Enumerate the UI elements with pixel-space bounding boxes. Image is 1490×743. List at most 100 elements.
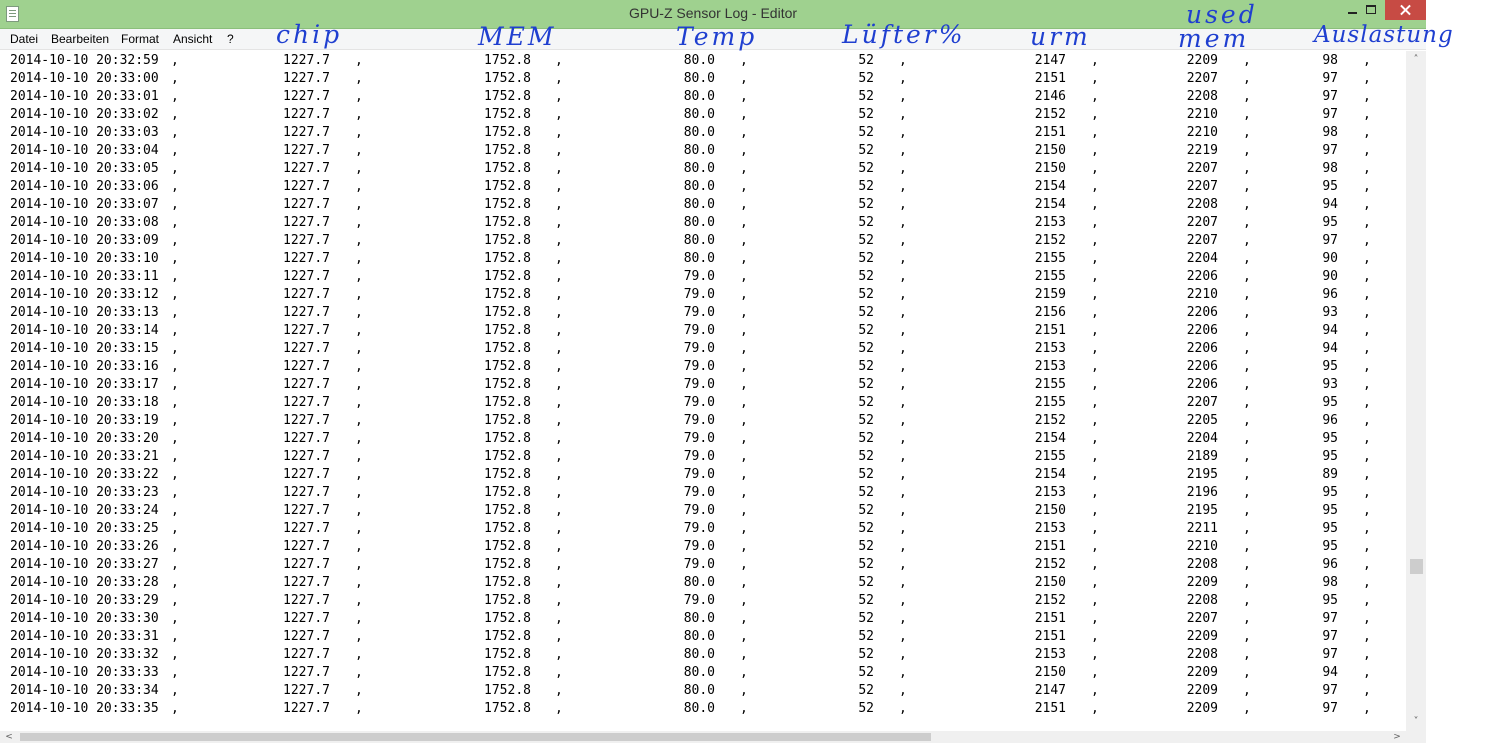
log-delimiter: , bbox=[1243, 467, 1251, 482]
log-delimiter: , bbox=[555, 53, 563, 68]
log-value: 52 bbox=[858, 431, 874, 446]
horizontal-scrollbar[interactable]: < > bbox=[0, 731, 1426, 743]
log-value: 1227.7 bbox=[283, 233, 330, 248]
annotation-chip: chip bbox=[276, 20, 343, 49]
menu-format[interactable]: Format bbox=[121, 32, 159, 46]
log-delimiter: , bbox=[1363, 701, 1371, 716]
log-value: 52 bbox=[858, 143, 874, 158]
log-value: 2155 bbox=[1034, 377, 1066, 392]
log-value: 2147 bbox=[1034, 53, 1066, 68]
log-delimiter: , bbox=[355, 377, 363, 392]
log-value: 1752.8 bbox=[484, 557, 531, 572]
log-value: 1752.8 bbox=[484, 287, 531, 302]
log-delimiter: , bbox=[171, 503, 179, 518]
log-value: 2153 bbox=[1034, 647, 1066, 662]
log-value: 1752.8 bbox=[484, 431, 531, 446]
log-value: 80.0 bbox=[683, 197, 715, 212]
vertical-scrollbar[interactable]: ˄ ˅ bbox=[1406, 51, 1426, 731]
log-delimiter: , bbox=[899, 251, 907, 266]
log-value: 97 bbox=[1322, 233, 1338, 248]
log-value: 2147 bbox=[1034, 683, 1066, 698]
log-value: 2195 bbox=[1186, 503, 1218, 518]
log-delimiter: , bbox=[1363, 323, 1371, 338]
log-line: 2014-10-10 20:33:07,,,,,,,, 1227.7 1752.8 8… bbox=[0, 196, 1406, 214]
log-delimiter: , bbox=[1363, 71, 1371, 86]
log-value: 52 bbox=[858, 287, 874, 302]
log-value: 2152 bbox=[1034, 557, 1066, 572]
menu-datei[interactable]: Datei bbox=[10, 32, 38, 46]
log-value: 94 bbox=[1322, 197, 1338, 212]
log-delimiter: , bbox=[740, 53, 748, 68]
log-timestamp: 2014-10-10 20:32:59 bbox=[10, 53, 159, 68]
log-delimiter: , bbox=[171, 629, 179, 644]
log-value: 93 bbox=[1322, 377, 1338, 392]
log-line: 2014-10-10 20:33:28,,,,,,,, 1227.7 1752.8 8… bbox=[0, 574, 1406, 592]
log-timestamp: 2014-10-10 20:33:18 bbox=[10, 395, 159, 410]
log-delimiter: , bbox=[355, 323, 363, 338]
log-timestamp: 2014-10-10 20:33:11 bbox=[10, 269, 159, 284]
log-timestamp: 2014-10-10 20:33:31 bbox=[10, 629, 159, 644]
scrollbar-corner bbox=[1406, 731, 1426, 743]
log-value: 94 bbox=[1322, 341, 1338, 356]
log-delimiter: , bbox=[1243, 197, 1251, 212]
log-delimiter: , bbox=[171, 233, 179, 248]
log-delimiter: , bbox=[555, 539, 563, 554]
log-delimiter: , bbox=[1243, 701, 1251, 716]
log-delimiter: , bbox=[1363, 431, 1371, 446]
log-line: 2014-10-10 20:33:30,,,,,,,, 1227.7 1752.8 8… bbox=[0, 610, 1406, 628]
log-value: 2196 bbox=[1186, 485, 1218, 500]
log-delimiter: , bbox=[355, 449, 363, 464]
log-delimiter: , bbox=[899, 215, 907, 230]
log-delimiter: , bbox=[1243, 305, 1251, 320]
horizontal-scroll-thumb[interactable] bbox=[20, 733, 931, 741]
log-value: 79.0 bbox=[683, 287, 715, 302]
log-delimiter: , bbox=[355, 503, 363, 518]
scroll-left-arrow-icon[interactable]: < bbox=[4, 732, 14, 742]
log-delimiter: , bbox=[171, 395, 179, 410]
scroll-up-arrow-icon[interactable]: ˄ bbox=[1411, 55, 1421, 65]
maximize-button[interactable] bbox=[1357, 0, 1383, 20]
log-delimiter: , bbox=[1091, 701, 1099, 716]
vertical-scroll-thumb[interactable] bbox=[1410, 559, 1423, 574]
log-value: 1752.8 bbox=[484, 701, 531, 716]
log-value: 2154 bbox=[1034, 197, 1066, 212]
log-delimiter: , bbox=[355, 521, 363, 536]
log-line: 2014-10-10 20:33:23,,,,,,,, 1227.7 1752.8 7… bbox=[0, 484, 1406, 502]
log-delimiter: , bbox=[899, 287, 907, 302]
log-delimiter: , bbox=[171, 467, 179, 482]
log-value: 2151 bbox=[1034, 629, 1066, 644]
log-value: 94 bbox=[1322, 665, 1338, 680]
log-value: 95 bbox=[1322, 431, 1338, 446]
close-button[interactable] bbox=[1385, 0, 1426, 20]
log-value: 89 bbox=[1322, 467, 1338, 482]
log-delimiter: , bbox=[740, 467, 748, 482]
scroll-right-arrow-icon[interactable]: > bbox=[1392, 732, 1402, 742]
log-timestamp: 2014-10-10 20:33:22 bbox=[10, 467, 159, 482]
log-value: 1227.7 bbox=[283, 161, 330, 176]
log-delimiter: , bbox=[171, 71, 179, 86]
log-value: 1227.7 bbox=[283, 125, 330, 140]
scroll-down-arrow-icon[interactable]: ˅ bbox=[1411, 717, 1421, 727]
log-delimiter: , bbox=[1363, 647, 1371, 662]
log-timestamp: 2014-10-10 20:33:17 bbox=[10, 377, 159, 392]
log-delimiter: , bbox=[1091, 71, 1099, 86]
log-value: 1227.7 bbox=[283, 287, 330, 302]
menu-help[interactable]: ? bbox=[227, 32, 234, 46]
menu-ansicht[interactable]: Ansicht bbox=[173, 32, 212, 46]
log-value: 1227.7 bbox=[283, 521, 330, 536]
menu-bearbeiten[interactable]: Bearbeiten bbox=[51, 32, 109, 46]
log-delimiter: , bbox=[555, 647, 563, 662]
log-delimiter: , bbox=[740, 665, 748, 680]
log-timestamp: 2014-10-10 20:33:06 bbox=[10, 179, 159, 194]
log-delimiter: , bbox=[555, 89, 563, 104]
text-editor-area[interactable]: 2014-10-10 20:32:59,,,,,,,, 1227.7 1752.8 8… bbox=[0, 51, 1406, 731]
log-line: 2014-10-10 20:33:22,,,,,,,, 1227.7 1752.8 7… bbox=[0, 466, 1406, 484]
log-delimiter: , bbox=[1091, 683, 1099, 698]
log-delimiter: , bbox=[355, 161, 363, 176]
log-delimiter: , bbox=[740, 269, 748, 284]
log-delimiter: , bbox=[740, 179, 748, 194]
log-delimiter: , bbox=[740, 575, 748, 590]
log-value: 2152 bbox=[1034, 107, 1066, 122]
log-value: 95 bbox=[1322, 359, 1338, 374]
log-line: 2014-10-10 20:33:18,,,,,,,, 1227.7 1752.8 7… bbox=[0, 394, 1406, 412]
